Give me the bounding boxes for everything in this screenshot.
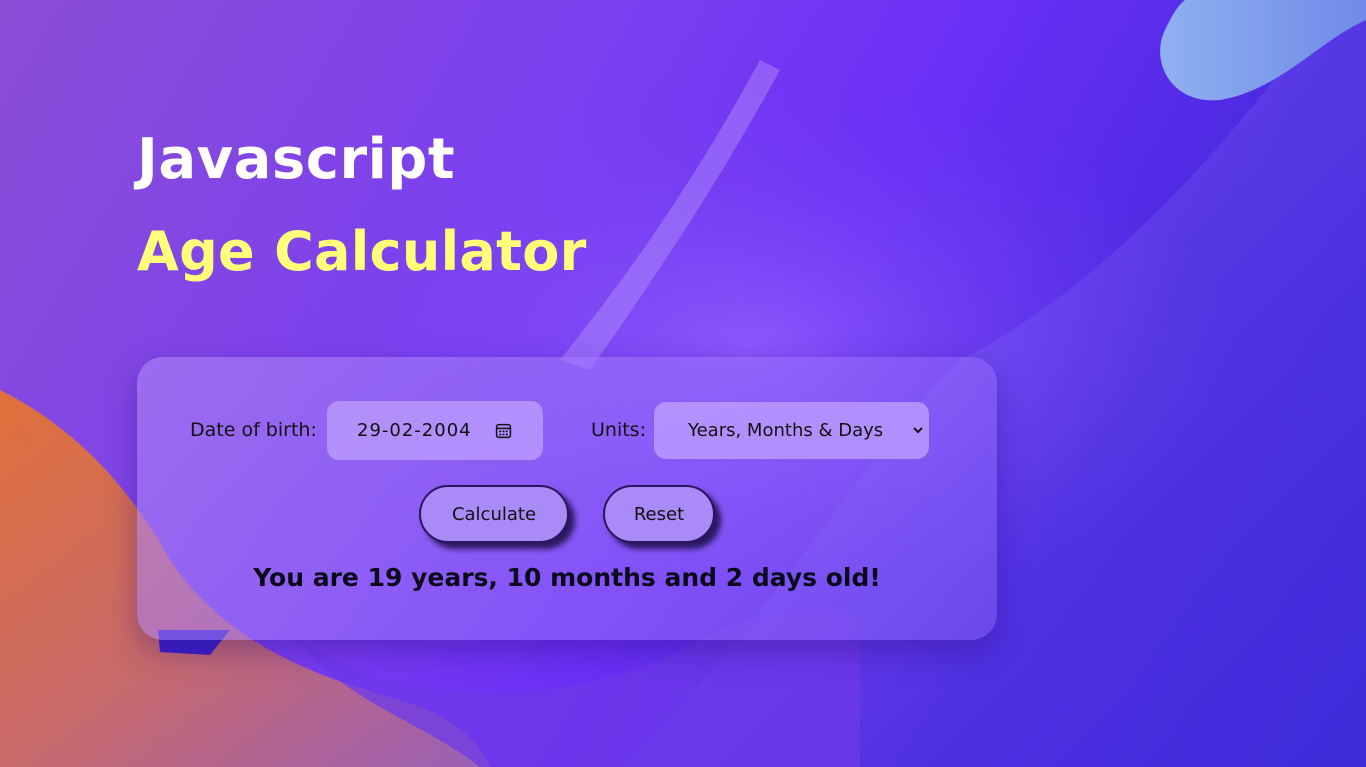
chevron-down-icon[interactable] (912, 424, 924, 436)
result-message: You are 19 years, 10 months and 2 days o… (253, 563, 881, 592)
title-javascript: Javascript (137, 127, 456, 192)
units-label: Units: (591, 419, 646, 441)
units-select[interactable]: Years, Months & Days (654, 402, 929, 459)
dob-label: Date of birth: (190, 419, 317, 441)
calculate-button[interactable]: Calculate (419, 485, 569, 543)
page-heading: Javascript Age Calculator (137, 122, 587, 290)
calculator-card: Date of birth: 29-02-2004 Units: Years, … (137, 357, 997, 640)
calendar-icon[interactable] (495, 422, 512, 439)
dob-date-input[interactable]: 29-02-2004 (327, 401, 543, 460)
reset-button[interactable]: Reset (603, 485, 715, 543)
units-selected-value: Years, Months & Days (688, 420, 884, 441)
dob-value: 29-02-2004 (357, 420, 472, 441)
title-age-calculator: Age Calculator (137, 220, 587, 283)
